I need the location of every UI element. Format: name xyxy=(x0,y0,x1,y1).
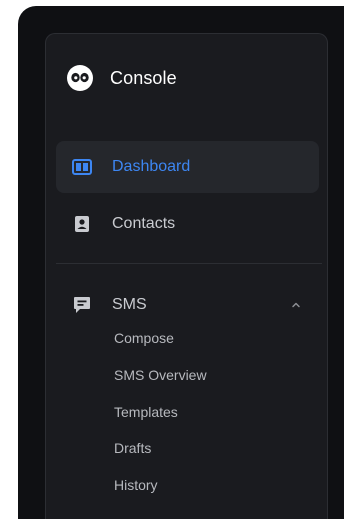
sidebar-subitem-compose[interactable]: Compose xyxy=(86,324,306,352)
sidebar-item-label: Contacts xyxy=(112,215,176,232)
sidebar-section-label: SMS xyxy=(112,296,147,313)
sidebar-section-sms[interactable]: SMS xyxy=(56,289,319,321)
sidebar-subitem-templates[interactable]: Templates xyxy=(86,398,306,426)
brand-title: Console xyxy=(110,67,177,88)
brand[interactable]: Console xyxy=(66,62,177,94)
app-shell: Console Dashboard Contacts SMS Compose S… xyxy=(18,6,344,519)
sidebar-subitem-history[interactable]: History xyxy=(86,471,306,499)
divider xyxy=(56,263,322,264)
sidebar-subitem-drafts[interactable]: Drafts xyxy=(86,434,306,462)
sidebar: Console Dashboard Contacts SMS Compose S… xyxy=(45,33,328,519)
contacts-icon xyxy=(72,214,92,234)
sidebar-item-dashboard[interactable]: Dashboard xyxy=(56,141,319,193)
face-logo-icon xyxy=(66,64,94,92)
chevron-up-icon[interactable] xyxy=(289,298,303,312)
message-icon xyxy=(72,295,92,315)
sidebar-subitem-sms-overview[interactable]: SMS Overview xyxy=(86,361,306,389)
sidebar-item-label: Dashboard xyxy=(112,158,191,175)
sidebar-item-contacts[interactable]: Contacts xyxy=(56,198,319,250)
dashboard-icon xyxy=(72,157,92,177)
